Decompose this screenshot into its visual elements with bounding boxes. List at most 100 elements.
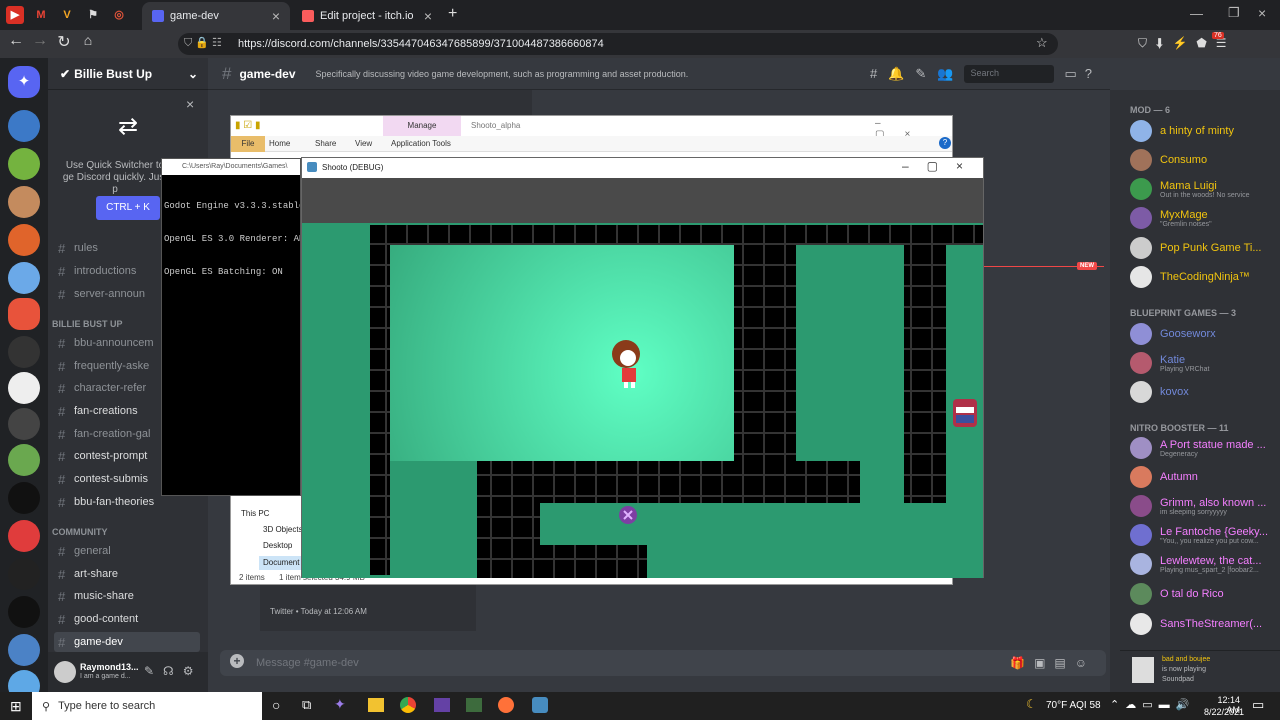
- channel-contest-submissions[interactable]: # contest-submis: [58, 469, 148, 489]
- youtube-icon[interactable]: ▶: [6, 6, 24, 24]
- ribbon-tab-share[interactable]: Share: [315, 139, 336, 148]
- category-billie-bust-up[interactable]: BILLIE BUST UP: [52, 319, 123, 329]
- member-row[interactable]: Le Fantoche {Geeky... "You,, you realize …: [1130, 522, 1268, 548]
- gift-gif-sticker-emoji-icons[interactable]: 🎁▣▤☺: [1010, 656, 1096, 670]
- server-icon[interactable]: [8, 148, 40, 180]
- close-tab-icon[interactable]: ×: [424, 8, 432, 24]
- header-icons[interactable]: #🔔✎👥: [870, 66, 965, 82]
- member-row[interactable]: Mama Luigi Out in the woods! No service: [1130, 176, 1250, 202]
- message-input[interactable]: + Message #game-dev 🎁▣▤☺: [220, 650, 1106, 676]
- server-icon[interactable]: [8, 110, 40, 142]
- shield-icon[interactable]: ⛉ 🔒 ☷: [184, 36, 222, 50]
- channel-server-announcements[interactable]: # server-announ: [58, 284, 145, 304]
- ribbon-tab-home[interactable]: Home: [269, 139, 290, 148]
- task-view-icon[interactable]: ⧉: [302, 697, 311, 713]
- server-icon-active[interactable]: [8, 298, 40, 330]
- restore-window-icon[interactable]: ❐: [1228, 5, 1240, 21]
- member-row[interactable]: SansTheStreamer(...: [1130, 611, 1262, 637]
- url-bar[interactable]: https://discord.com/channels/33544704634…: [178, 33, 1058, 55]
- quick-switcher-button[interactable]: CTRL + K: [96, 196, 160, 220]
- server-icon[interactable]: [8, 444, 40, 476]
- help-icon[interactable]: ?: [939, 137, 951, 149]
- ribbon-tab-file[interactable]: File: [231, 136, 265, 152]
- manage-tab[interactable]: Manage: [383, 116, 461, 136]
- server-icon[interactable]: [8, 372, 40, 404]
- gmail-pinned-tab[interactable]: M: [32, 6, 50, 24]
- category-community[interactable]: COMMUNITY: [52, 527, 108, 537]
- server-icon[interactable]: [8, 336, 40, 368]
- twitch-icon[interactable]: [434, 698, 450, 712]
- channel-bbu-announcements[interactable]: # bbu-announcem: [58, 333, 154, 353]
- member-row[interactable]: A Port statue made ... Degeneracy: [1130, 435, 1266, 461]
- windows-start-icon[interactable]: ⊞: [10, 698, 22, 715]
- server-icon[interactable]: [8, 634, 40, 666]
- member-row[interactable]: kovox: [1130, 379, 1189, 405]
- channel-contest-prompt[interactable]: # contest-prompt: [58, 446, 147, 466]
- member-row[interactable]: a hinty of minty: [1130, 118, 1234, 144]
- nav-documents[interactable]: Document: [259, 556, 301, 570]
- channel-bbu-fan-theories[interactable]: # bbu-fan-theories: [58, 492, 154, 512]
- channel-music-share[interactable]: # music-share: [58, 586, 134, 606]
- channel-fan-creations[interactable]: # fan-creations: [58, 401, 138, 421]
- cortana-icon[interactable]: ○: [272, 697, 280, 713]
- taskbar-search[interactable]: ⚲ Type here to search: [32, 692, 262, 720]
- pinned-tab-v[interactable]: V: [58, 6, 76, 24]
- server-header[interactable]: ✔ Billie Bust Up ⌄: [48, 58, 208, 90]
- server-icon[interactable]: [8, 408, 40, 440]
- member-row[interactable]: O tal do Rico: [1130, 581, 1224, 607]
- member-row[interactable]: MyxMage "Gremlin noises": [1130, 205, 1212, 231]
- back-icon[interactable]: ←: [6, 32, 26, 50]
- clock-date[interactable]: 8/22/2021: [1204, 707, 1244, 717]
- bookmark-star-icon[interactable]: ☆: [1036, 35, 1048, 51]
- server-icon[interactable]: [8, 262, 40, 294]
- member-row[interactable]: Katie Playing VRChat: [1130, 350, 1209, 376]
- channel-art-share[interactable]: # art-share: [58, 564, 118, 584]
- pinned-tab-icon[interactable]: ⚑: [84, 6, 102, 24]
- server-icon[interactable]: [8, 596, 40, 628]
- add-attachment-icon[interactable]: +: [230, 654, 244, 668]
- discord-home-icon[interactable]: ✦: [8, 66, 40, 98]
- close-window-icon[interactable]: ×: [1258, 5, 1266, 21]
- channel-rules[interactable]: # rules: [58, 238, 98, 258]
- home-icon[interactable]: ⌂: [78, 32, 98, 48]
- new-tab-button[interactable]: +: [448, 5, 457, 23]
- channel-game-dev[interactable]: # game-dev: [54, 632, 200, 652]
- close-icon[interactable]: ×: [186, 96, 194, 112]
- channel-introductions[interactable]: # introductions: [58, 261, 136, 281]
- system-tray-icons[interactable]: ⌃☁▭▬🔊: [1110, 698, 1195, 711]
- chrome-icon[interactable]: [400, 697, 416, 713]
- channel-general[interactable]: # general: [58, 541, 111, 561]
- reload-icon[interactable]: ↻: [54, 32, 74, 52]
- game-viewport[interactable]: [302, 223, 983, 578]
- weather-text[interactable]: 70°F AQI 58: [1046, 700, 1101, 711]
- app-icon[interactable]: [466, 698, 482, 712]
- member-row[interactable]: Pop Punk Game Ti...: [1130, 235, 1262, 261]
- channel-character-reference[interactable]: # character-refer: [58, 378, 146, 398]
- notifications-icon[interactable]: ▭: [1252, 697, 1264, 713]
- app-icon[interactable]: ✦: [334, 696, 346, 713]
- search-input[interactable]: Search: [964, 64, 1055, 83]
- server-icon[interactable]: [8, 482, 40, 514]
- forward-icon[interactable]: →: [30, 32, 50, 50]
- pinned-tab-icon-2[interactable]: ◎: [110, 6, 128, 24]
- channel-fan-creation-gallery[interactable]: # fan-creation-gal: [58, 424, 150, 444]
- server-icon[interactable]: [8, 520, 40, 552]
- firefox-icon[interactable]: [498, 697, 514, 713]
- member-row[interactable]: TheCodingNinja™: [1130, 264, 1250, 290]
- inbox-help-icons[interactable]: ▭?: [1064, 66, 1100, 82]
- godot-taskbar-icon[interactable]: [532, 697, 548, 713]
- file-explorer-taskbar-icon[interactable]: [368, 698, 384, 712]
- server-icon[interactable]: [8, 186, 40, 218]
- member-row[interactable]: Lewlewtew, the cat... Playing mus_spart_2…: [1130, 551, 1262, 577]
- nav-this-pc[interactable]: This PC: [241, 509, 269, 518]
- member-row[interactable]: Gooseworx: [1130, 321, 1216, 347]
- server-icon[interactable]: [8, 224, 40, 256]
- nav-desktop[interactable]: Desktop: [263, 541, 292, 550]
- mic-headphones-settings-icons[interactable]: ✎☊⚙: [144, 664, 202, 678]
- ribbon-tab-application-tools[interactable]: Application Tools: [391, 139, 451, 148]
- channel-frequently-asked[interactable]: # frequently-aske: [58, 356, 149, 376]
- tab-itch-io[interactable]: Edit project - itch.io ×: [292, 2, 442, 30]
- tab-game-dev[interactable]: game-dev ×: [142, 2, 290, 30]
- member-row[interactable]: Autumn: [1130, 464, 1198, 490]
- member-row[interactable]: Consumo: [1130, 147, 1207, 173]
